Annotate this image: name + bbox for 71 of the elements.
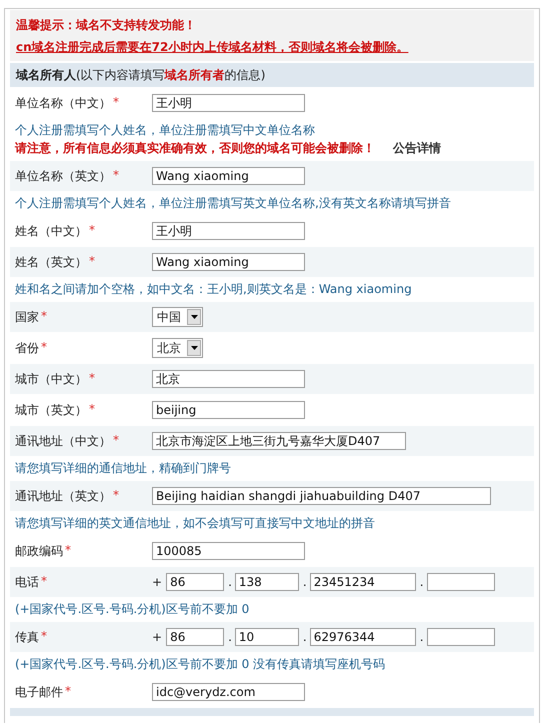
field-label: 城市（中文） <box>15 370 87 388</box>
input-field[interactable]: 10 <box>234 628 299 646</box>
dot-separator: . <box>302 575 308 589</box>
field-label: 邮政编码 <box>15 542 63 560</box>
field-label: 传真 <box>15 628 39 646</box>
dropdown-value: 中国 <box>157 308 181 326</box>
required-mark: * <box>41 308 47 324</box>
required-mark: * <box>41 574 47 590</box>
field-label: 电话 <box>15 574 39 590</box>
announcement-link[interactable]: 公告详情 <box>393 140 441 157</box>
warning-text: 请注意，所有信息必须真实准确有效，否则您的域名可能会被删除！ <box>15 140 375 157</box>
dot-separator: . <box>302 630 308 644</box>
input-field[interactable]: 86 <box>166 573 224 591</box>
field-label: 省份 <box>15 340 39 356</box>
dot-separator: . <box>227 630 233 644</box>
dropdown-value: 北京 <box>157 340 181 356</box>
hint-text: (+国家代号.区号.号码.分机)区号前不要加 0 <box>15 601 250 618</box>
dot-separator: . <box>418 630 425 644</box>
hint-text: 请您填写详细的英文通信地址，如不会填写可直接写中文地址的拼音 <box>15 515 376 532</box>
field-label: 通讯地址（中文） <box>15 432 111 450</box>
input-field[interactable]: 62976344 <box>310 628 416 646</box>
field-label: 电子邮件 <box>15 684 63 700</box>
required-mark: * <box>89 222 95 238</box>
required-mark: * <box>113 488 119 504</box>
field-label: 通讯地址（英文） <box>15 488 111 504</box>
input-field[interactable]: 北京市海淀区上地三街九号嘉华大厦D407 <box>152 432 406 450</box>
section-note: (以下内容请填写域名所有者的信息) <box>76 66 266 84</box>
input-field[interactable]: Beijing haidian shangdi jiahuabuilding D407 <box>152 487 491 505</box>
notice-title: 温馨提示：域名不支持转发功能！ <box>16 17 196 34</box>
section-title: 域名所有人 <box>16 66 76 84</box>
required-mark: * <box>113 432 119 448</box>
required-mark: * <box>113 94 119 110</box>
required-mark: * <box>113 168 119 184</box>
required-mark: * <box>41 628 47 644</box>
required-mark: * <box>89 402 95 418</box>
input-field[interactable] <box>426 628 495 646</box>
dropdown[interactable]: 北京 <box>152 338 203 358</box>
input-field[interactable]: 23451234 <box>310 573 416 591</box>
hint-text: 个人注册需填写个人姓名，单位注册需填写英文单位名称,没有英文名称请填写拼音 <box>15 195 452 212</box>
input-field[interactable]: 86 <box>166 628 224 646</box>
input-field[interactable]: 王小明 <box>152 94 305 112</box>
field-label: 姓名（中文） <box>15 222 87 240</box>
hint-text: 姓和名之间请加个空格，如中文名：王小明,则英文名是：Wang xiaoming <box>15 281 413 298</box>
input-field[interactable]: Wang xiaoming <box>152 253 305 271</box>
hint-text: 请您填写详细的通信地址，精确到门牌号 <box>15 460 232 477</box>
field-label: 国家 <box>15 308 39 326</box>
input-field[interactable]: 北京 <box>152 370 305 388</box>
input-field[interactable]: Wang xiaoming <box>152 167 305 185</box>
field-label: 姓名（英文） <box>15 254 87 270</box>
required-mark: * <box>65 542 71 558</box>
required-mark: * <box>89 370 95 386</box>
dot-separator: . <box>418 575 425 589</box>
dot-separator: . <box>227 575 233 589</box>
plus-sign: + <box>152 630 164 644</box>
input-field[interactable]: beijing <box>152 401 305 419</box>
input-field[interactable]: idc@verydz.com <box>152 683 305 701</box>
input-field[interactable]: 138 <box>234 573 299 591</box>
required-mark: * <box>41 340 47 356</box>
dropdown[interactable]: 中国 <box>152 307 203 327</box>
hint-text: (+国家代号.区号.号码.分机)区号前不要加 0 没有传真请填写座机号码 <box>15 656 386 673</box>
input-field[interactable] <box>426 573 495 591</box>
notice-link[interactable]: cn域名注册完成后需要在72小时内上传域名材料，否则域名将会被删除。 <box>16 36 408 58</box>
input-field[interactable]: 王小明 <box>152 222 305 240</box>
required-mark: * <box>89 254 95 270</box>
field-label: 单位名称（英文） <box>15 168 111 184</box>
plus-sign: + <box>152 575 164 589</box>
hint-text: 个人注册需填写个人姓名，单位注册需填写中文单位名称 <box>15 122 316 139</box>
input-field[interactable]: 100085 <box>152 542 305 560</box>
required-mark: * <box>65 684 71 700</box>
field-label: 单位名称（中文） <box>15 94 111 112</box>
field-label: 城市（英文） <box>15 402 87 418</box>
